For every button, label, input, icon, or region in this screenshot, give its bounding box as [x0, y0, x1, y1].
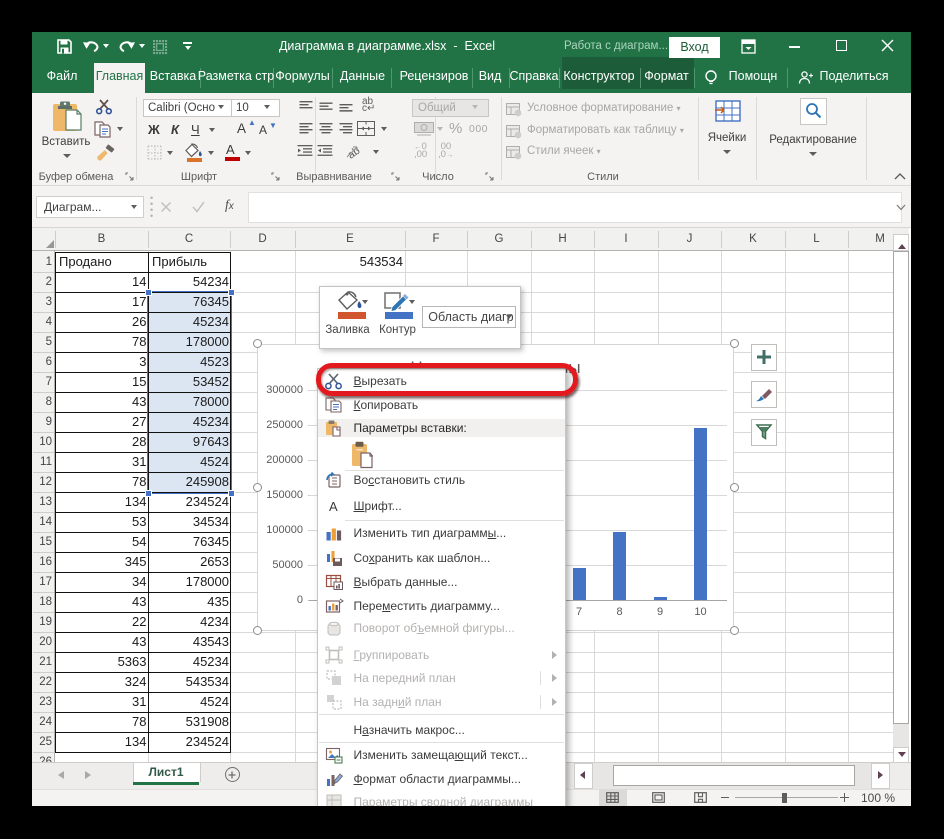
svg-text:А: А — [329, 499, 338, 514]
